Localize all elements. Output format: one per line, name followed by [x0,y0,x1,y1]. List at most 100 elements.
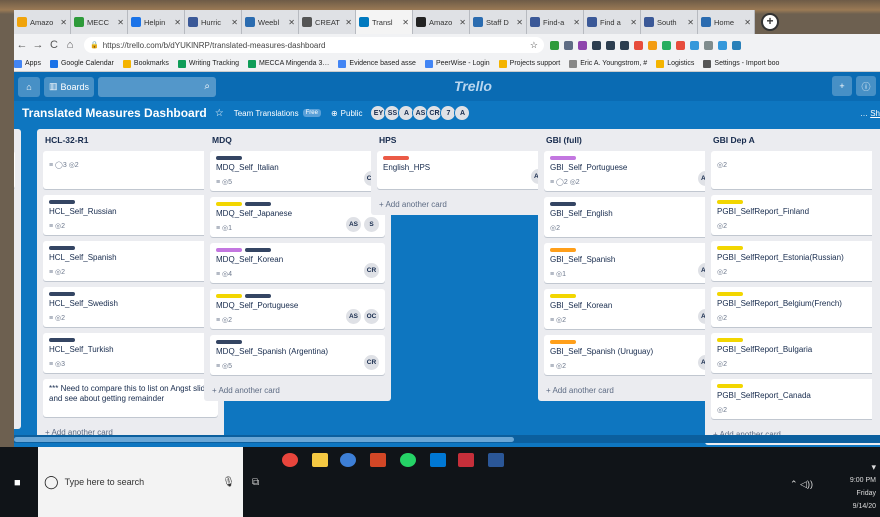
app-icon[interactable] [458,453,474,467]
browser-tab[interactable]: Find-a ✕ [527,10,584,34]
card[interactable]: PGBI_SelfReport_Finland ◎2 [711,195,880,235]
card-label[interactable] [216,156,242,160]
member-avatar[interactable]: A [454,105,471,121]
powerpoint-icon[interactable] [370,453,386,467]
close-tab-icon[interactable]: ✕ [117,18,124,27]
close-tab-icon[interactable]: ✕ [402,18,409,27]
home-icon[interactable]: ⌂ [18,76,40,97]
member-avatar[interactable]: CR [364,263,379,278]
card-label[interactable] [550,248,576,252]
card-label[interactable] [550,156,576,160]
extension-icon[interactable] [592,40,601,50]
browser-tab[interactable]: Hurric ✕ [185,10,242,34]
browser-tab[interactable]: Weebl ✕ [242,10,299,34]
extension-icon[interactable] [676,40,685,50]
windows-start-icon[interactable]: ■ [14,477,21,489]
card-label[interactable] [550,294,576,298]
extension-icon[interactable] [550,40,559,50]
visibility-button[interactable]: ⊕ Public [331,109,363,118]
card[interactable]: MDQ_Self_Korean ≡ ◎4 CR [210,243,385,283]
card[interactable]: ◎2 [711,151,880,189]
member-avatar[interactable]: AS [346,309,361,324]
card-label[interactable] [216,202,242,206]
reload-icon[interactable]: C [46,39,62,51]
boards-button[interactable]: ▥ Boards [44,76,94,97]
task-view-icon[interactable]: ⧉ [252,477,259,488]
back-icon[interactable]: ← [14,39,30,51]
show-menu-link[interactable]: … Sh [860,109,880,118]
app-icon[interactable] [340,453,356,467]
card-label[interactable] [717,338,743,342]
card-label[interactable] [49,338,75,342]
word-icon[interactable] [488,453,504,467]
card[interactable]: GBI_Self_Korean≡ ◎2AS [544,289,719,329]
card[interactable]: *** Need to compare this to list on Angs… [43,379,218,417]
bookmark-item[interactable]: MECCA Mingenda 3… [247,59,329,68]
bookmark-item[interactable]: Settings - Import boo [703,59,779,68]
clock-time[interactable]: 9:00 PM [850,477,876,484]
card-label[interactable] [216,340,242,344]
extension-icon[interactable] [662,40,671,50]
browser-tab[interactable]: Find a ✕ [584,10,641,34]
close-tab-icon[interactable]: ✕ [60,18,67,27]
card[interactable]: GBI_Self_Spanish (Uruguay)≡ ◎2AS [544,335,719,375]
close-tab-icon[interactable]: ✕ [231,18,238,27]
star-icon[interactable]: ☆ [215,108,224,119]
close-tab-icon[interactable]: ✕ [687,18,694,27]
home-icon[interactable]: ⌂ [62,39,78,51]
card[interactable]: GBI_Self_English ◎2 [544,197,719,237]
extension-icon[interactable] [606,40,615,50]
scrollbar-thumb[interactable] [14,437,514,442]
extension-icon[interactable] [634,40,643,50]
list-header[interactable]: HPS··· [371,129,558,151]
member-avatar[interactable]: OC [364,309,379,324]
bookmark-star-icon[interactable]: ☆ [530,40,538,51]
card-label[interactable] [245,202,271,206]
extension-icon[interactable] [648,40,657,50]
card[interactable]: MDQ_Self_Japanese ≡ ◎1 AS S [210,197,385,237]
card[interactable]: GBI_Self_Portuguese≡ ◯2 ◎2AS [544,151,719,191]
member-avatar[interactable]: AS [346,217,361,232]
microphone-icon[interactable]: 🎙 [222,477,235,488]
card-label[interactable] [550,202,576,206]
close-tab-icon[interactable]: ✕ [744,18,751,27]
search-input[interactable]: ⌕ [98,76,216,97]
forward-icon[interactable]: → [30,39,46,51]
card[interactable]: HCL_Self_Turkish ≡ ◎3 [43,333,218,373]
card-label[interactable] [717,384,743,388]
close-tab-icon[interactable]: ✕ [573,18,580,27]
bookmark-item[interactable]: Eric A. Youngstrom, # [569,59,647,68]
add-icon[interactable]: + [832,76,852,96]
close-tab-icon[interactable]: ✕ [174,18,181,27]
board-horizontal-scrollbar[interactable] [14,435,880,443]
card[interactable]: ≡ ◯3 ◎2 [43,151,218,189]
card-label[interactable] [383,156,409,160]
card[interactable]: PGBI_SelfReport_Estonia(Russian) ◎2 [711,241,880,281]
list-header[interactable]: ··· [14,129,21,151]
card-label[interactable] [216,248,242,252]
card-label[interactable] [216,294,242,298]
card[interactable]: GBI_Self_Spanish≡ ◎1AS [544,243,719,283]
card-label[interactable] [717,292,743,296]
bookmark-item[interactable]: Logistics [656,59,694,68]
add-card-button[interactable]: + Add another card [371,195,558,215]
list-header[interactable]: GBI Dep A ··· [705,129,880,151]
bookmark-item[interactable]: Bookmarks [122,59,169,68]
card-label[interactable] [717,246,743,250]
list-header[interactable]: ··· [872,129,880,151]
extension-icon[interactable] [578,40,587,50]
close-tab-icon[interactable]: ✕ [516,18,523,27]
card[interactable]: English_HPSAS [377,151,552,189]
browser-tab[interactable]: Helpin ✕ [128,10,185,34]
extension-icon[interactable] [732,40,741,50]
browser-tab[interactable]: South ✕ [641,10,698,34]
card-label[interactable] [49,292,75,296]
browser-tab[interactable]: Staff D ✕ [470,10,527,34]
card[interactable]: MDQ_Self_Portuguese ≡ ◎2 AS OC [210,289,385,329]
browser-tab[interactable]: Home ✕ [698,10,755,34]
file-explorer-icon[interactable] [312,453,328,467]
extension-icon[interactable] [704,40,713,50]
team-button[interactable]: Team Translations Free [234,109,321,118]
card[interactable]: MDQ_Self_Spanish (Argentina) ≡ ◎5 CR [210,335,385,375]
card[interactable]: HCL_Self_Russian ≡ ◎2 [43,195,218,235]
